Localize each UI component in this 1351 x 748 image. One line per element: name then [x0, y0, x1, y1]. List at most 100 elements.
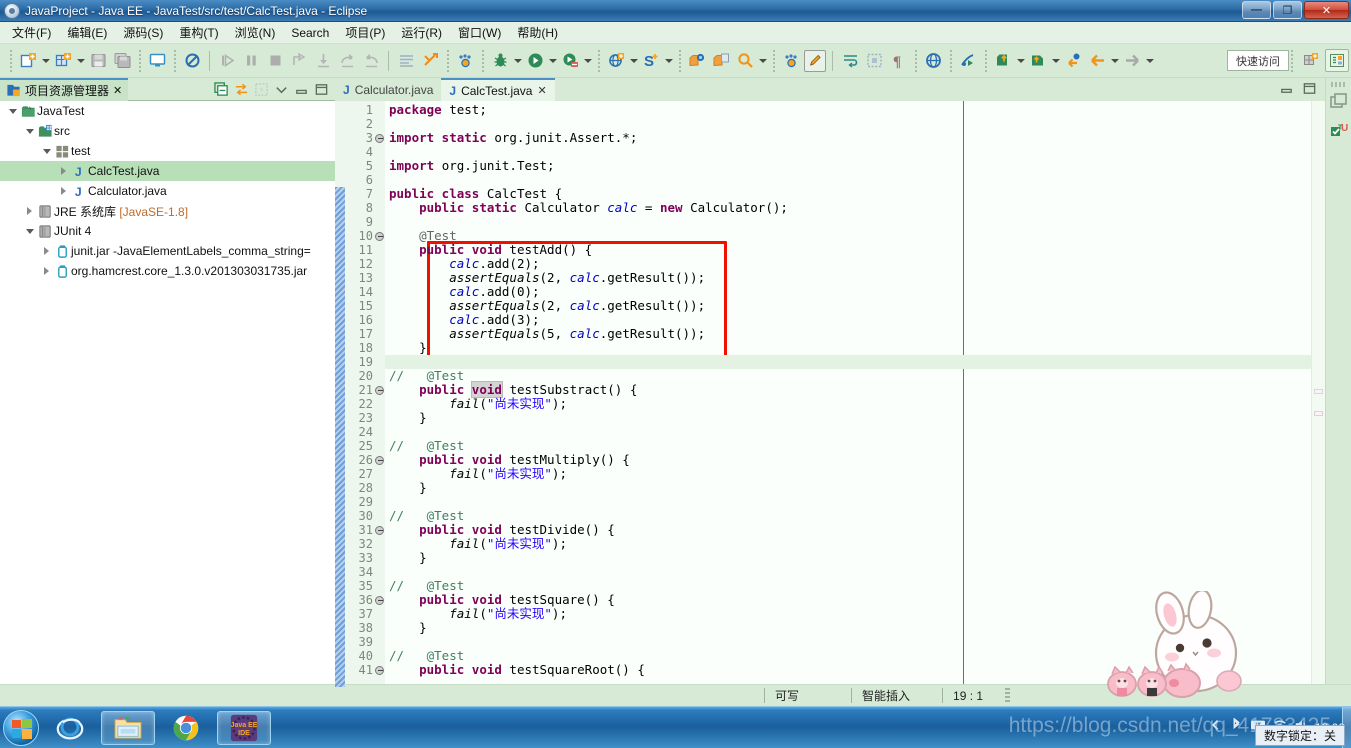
run-last-tool-icon[interactable] — [419, 50, 441, 72]
tree-expand-toggle[interactable] — [6, 109, 19, 114]
source-editor[interactable]: 1 2 3 4 5 6 7 8 9 10 11 12 13 14 15 16 17 18 19 20 21 22 23 24 2… — [335, 101, 1325, 687]
run-dropdown-icon[interactable] — [547, 50, 558, 72]
close-icon[interactable]: ✕ — [113, 84, 122, 97]
run-icon[interactable] — [524, 50, 546, 72]
menu-run[interactable]: 运行(R) — [393, 22, 450, 43]
file-explorer-icon[interactable] — [101, 710, 155, 745]
focus-on-active-task-icon[interactable] — [253, 81, 270, 98]
code-line[interactable]: } — [385, 551, 1311, 565]
code-line[interactable] — [385, 173, 1311, 187]
minimize-editor-icon[interactable] — [1279, 81, 1294, 101]
new-console-icon[interactable] — [146, 50, 168, 72]
next-edit-icon[interactable] — [1062, 50, 1084, 72]
code-line[interactable]: // @Test — [385, 579, 1311, 593]
open-perspective-button[interactable] — [1299, 49, 1323, 72]
search-icon[interactable] — [734, 50, 756, 72]
editor-tab-calculator-java[interactable]: J Calculator.java — [335, 78, 442, 101]
overview-ruler[interactable] — [1311, 101, 1325, 684]
code-line[interactable] — [385, 495, 1311, 509]
tree-expand-toggle[interactable] — [57, 167, 70, 175]
run-on-server-icon[interactable] — [957, 50, 979, 72]
open-browser-icon[interactable] — [922, 50, 944, 72]
code-line[interactable]: public void testMultiply() { — [385, 453, 1311, 467]
overview-mark[interactable] — [1314, 389, 1323, 394]
toolbar-drag-handle[interactable] — [8, 49, 13, 72]
start-orb-icon[interactable] — [3, 709, 39, 746]
fold-collapse-icon[interactable] — [373, 383, 385, 397]
edit-icon[interactable] — [804, 49, 826, 72]
coverage-icon[interactable] — [454, 50, 476, 72]
code-line[interactable]: import static org.junit.Assert.*; — [385, 131, 1311, 145]
code-line[interactable]: fail("尚未实现"); — [385, 537, 1311, 551]
fold-collapse-icon[interactable] — [373, 229, 385, 243]
back-icon[interactable] — [1086, 50, 1108, 72]
junit-view-icon[interactable]: TU — [1330, 122, 1348, 145]
open-perspective-dropdown-icon[interactable] — [1015, 50, 1026, 72]
code-line[interactable]: public void testAdd() { — [385, 243, 1311, 257]
tree-item-calctest-java[interactable]: J CalcTest.java — [0, 161, 335, 181]
open-type-icon[interactable] — [686, 50, 708, 72]
external-tools-dropdown-icon[interactable] — [582, 50, 593, 72]
new-spring-dropdown-icon[interactable] — [663, 50, 674, 72]
code-line[interactable]: } — [385, 621, 1311, 635]
code-line[interactable]: calc.add(2); — [385, 257, 1311, 271]
menu-help[interactable]: 帮助(H) — [509, 22, 566, 43]
code-line[interactable]: assertEquals(5, calc.getResult()); — [385, 327, 1311, 341]
internet-explorer-icon[interactable] — [43, 711, 97, 745]
code-line[interactable] — [385, 565, 1311, 579]
close-button[interactable]: ✕ — [1304, 1, 1349, 19]
fold-collapse-icon[interactable] — [373, 131, 385, 145]
google-chrome-icon[interactable] — [159, 711, 213, 745]
perspective-java-ee-button[interactable] — [1325, 49, 1349, 72]
collapse-all-icon[interactable] — [213, 81, 230, 98]
code-line[interactable]: } — [385, 411, 1311, 425]
new-wizard-icon[interactable] — [17, 50, 39, 72]
menu-edit[interactable]: 编辑(E) — [59, 22, 115, 43]
code-line[interactable]: // @Test — [385, 509, 1311, 523]
open-task-icon[interactable] — [710, 50, 732, 72]
code-line[interactable]: fail("尚未实现"); — [385, 607, 1311, 621]
code-line[interactable]: public void testSquare() { — [385, 593, 1311, 607]
menu-search[interactable]: Search — [283, 24, 337, 42]
tree-item-junit4[interactable]: JUnit 4 — [0, 221, 335, 241]
view-menu-icon[interactable] — [273, 81, 290, 98]
new-java-project-icon[interactable] — [52, 50, 74, 72]
code-line[interactable]: assertEquals(2, calc.getResult()); — [385, 271, 1311, 285]
code-line[interactable] — [385, 145, 1311, 159]
previous-annotation-icon[interactable] — [780, 50, 802, 72]
external-tools-icon[interactable] — [559, 50, 581, 72]
code-line[interactable] — [385, 117, 1311, 131]
menu-source[interactable]: 源码(S) — [115, 22, 171, 43]
tree-item-hamcrest-jar[interactable]: org.hamcrest.core_1.3.0.v201303031735.ja… — [0, 261, 335, 281]
tree-expand-toggle[interactable] — [40, 149, 53, 154]
code-line[interactable]: assertEquals(2, calc.getResult()); — [385, 299, 1311, 313]
code-text[interactable]: package test; import static org.junit.As… — [385, 101, 1311, 684]
code-line[interactable]: calc.add(0); — [385, 285, 1311, 299]
code-line[interactable]: package test; — [385, 103, 1311, 117]
fold-collapse-icon[interactable] — [373, 453, 385, 467]
maximize-view-icon[interactable] — [313, 81, 330, 98]
close-icon[interactable]: ✕ — [537, 84, 546, 97]
menu-window[interactable]: 窗口(W) — [450, 22, 509, 43]
toggle-word-wrap-icon[interactable] — [839, 50, 861, 72]
fold-collapse-icon[interactable] — [373, 663, 385, 677]
code-line[interactable]: fail("尚未实现"); — [385, 397, 1311, 411]
link-with-editor-icon[interactable] — [233, 81, 250, 98]
menu-project[interactable]: 项目(P) — [337, 22, 393, 43]
debug-icon[interactable] — [489, 50, 511, 72]
export-dropdown-icon[interactable] — [1050, 50, 1061, 72]
restore-view-icon[interactable] — [1329, 93, 1348, 116]
code-line[interactable]: public void testDivide() { — [385, 523, 1311, 537]
tree-item-calculator-java[interactable]: J Calculator.java — [0, 181, 335, 201]
tree-expand-toggle[interactable] — [23, 207, 36, 215]
eclipse-java-ee-ide-icon[interactable]: Java EE IDE — [217, 710, 271, 745]
debug-dropdown-icon[interactable] — [512, 50, 523, 72]
new-wizard-dropdown-icon[interactable] — [40, 50, 51, 72]
code-line[interactable]: // @Test — [385, 439, 1311, 453]
tree-item-junit-jar[interactable]: junit.jar -JavaElementLabels_comma_strin… — [0, 241, 335, 261]
code-line[interactable]: @Test — [385, 229, 1311, 243]
folding-ruler[interactable] — [373, 101, 385, 684]
menu-refactor[interactable]: 重构(T) — [171, 22, 226, 43]
tree-expand-toggle[interactable] — [23, 129, 36, 134]
tree-expand-toggle[interactable] — [23, 229, 36, 234]
